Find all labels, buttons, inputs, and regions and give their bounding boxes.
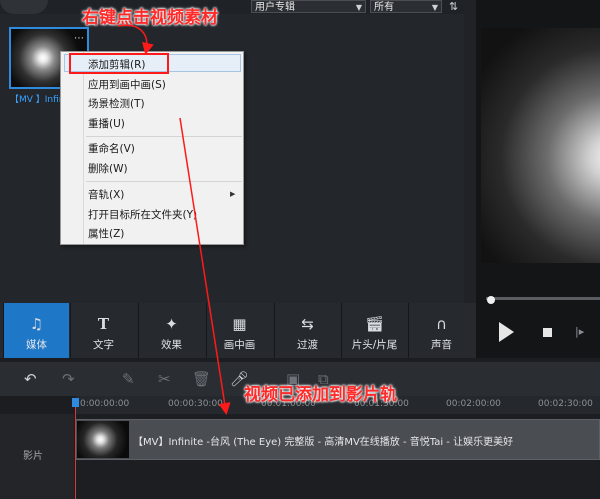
tab-intro-outro[interactable]: 🎬︎ 片头/片尾: [341, 303, 407, 358]
chevron-down-icon: ▼: [431, 3, 438, 12]
edit-icon[interactable]: ✎: [122, 370, 135, 388]
tab-label: 片头/片尾: [351, 339, 398, 351]
preview-video: [481, 28, 600, 263]
transition-icon: ⇆: [301, 315, 314, 333]
tab-label: 媒体: [26, 339, 47, 351]
tab-sound[interactable]: ∩ 声音: [408, 303, 474, 358]
preview-seekbar[interactable]: [486, 297, 600, 300]
seekbar-handle[interactable]: [487, 296, 495, 304]
menu-item-apply-pip[interactable]: 应用到画中画(S): [88, 77, 166, 92]
undo-icon[interactable]: ↶: [24, 370, 37, 388]
tab-label: 声音: [431, 339, 452, 351]
menu-item-delete[interactable]: 删除(W): [88, 161, 128, 176]
delete-icon[interactable]: 🗑︎: [192, 370, 211, 388]
tab-effects[interactable]: ✦ 效果: [138, 303, 204, 358]
submenu-arrow-icon: ▶: [230, 190, 236, 198]
tab-pip[interactable]: ▦ 画中画: [206, 303, 272, 358]
filmstrip-icon: ▦: [232, 315, 247, 333]
annotation-right-click: 右键点击视频素材: [82, 8, 218, 28]
stop-icon[interactable]: [543, 328, 552, 337]
video-track-label: 影片: [23, 451, 43, 462]
ruler-tick: 00:00:30:00: [168, 399, 223, 409]
play-icon[interactable]: [499, 322, 514, 342]
tab-media[interactable]: ♫ 媒体: [3, 303, 69, 358]
ruler-tick: 00:02:00:00: [446, 399, 501, 409]
sort-icon[interactable]: ⇅: [449, 0, 458, 13]
type-filter-value: 所有: [374, 2, 394, 13]
playhead[interactable]: [75, 400, 76, 499]
chevron-down-icon: ▼: [355, 3, 362, 12]
ruler-tick: 00:02:30:00: [538, 399, 593, 409]
redo-icon[interactable]: ↷: [62, 370, 75, 388]
clapperboard-icon: 🎬︎: [364, 315, 385, 333]
annotation-added: 视频已添加到影片轨: [244, 385, 397, 405]
tab-transition[interactable]: ⇆ 过渡: [274, 303, 340, 358]
headphones-icon: ∩: [436, 315, 447, 333]
app-logo: [0, 0, 48, 14]
type-filter-select[interactable]: 所有 ▼: [370, 0, 442, 13]
cut-icon[interactable]: ✂: [158, 370, 171, 388]
menu-item-replay[interactable]: 重播(U): [88, 116, 125, 131]
library-scrollbar[interactable]: [464, 14, 476, 303]
tab-label: 效果: [161, 339, 182, 351]
album-filter-value: 用户专辑: [255, 2, 295, 13]
menu-item-rename[interactable]: 重命名(V): [88, 141, 135, 156]
menu-divider: [86, 136, 242, 137]
clip-thumbnail: [77, 421, 129, 458]
magic-wand-icon: ✦: [165, 315, 178, 333]
annotation-highlight-box: [69, 53, 169, 74]
menu-item-scene-detect[interactable]: 场景检测(T): [88, 96, 145, 111]
text-icon: T: [97, 315, 110, 333]
menu-divider: [86, 181, 242, 182]
tab-label: 文字: [93, 339, 114, 351]
media-icon: ♫: [29, 315, 44, 333]
menu-gutter: [83, 52, 84, 244]
tab-text[interactable]: T 文字: [70, 303, 136, 358]
album-filter-select[interactable]: 用户专辑 ▼: [251, 0, 366, 13]
menu-item-properties[interactable]: 属性(Z): [88, 226, 124, 241]
tab-label: 过渡: [297, 339, 318, 351]
tab-label: 画中画: [223, 339, 256, 351]
playhead-handle[interactable]: [72, 398, 79, 407]
clip-title: 【MV】Infinite -台风 (The Eye) 完整版 - 高清MV在线播…: [133, 437, 514, 448]
thumbnail-more-icon[interactable]: ⋯: [74, 33, 84, 44]
ruler-tick: 0:00:00:00: [80, 399, 130, 409]
menu-item-open-folder[interactable]: 打开目标所在文件夹(Y): [88, 207, 197, 222]
menu-item-audio-track[interactable]: 音轨(X): [88, 187, 124, 202]
next-frame-icon[interactable]: |▸: [575, 325, 584, 338]
